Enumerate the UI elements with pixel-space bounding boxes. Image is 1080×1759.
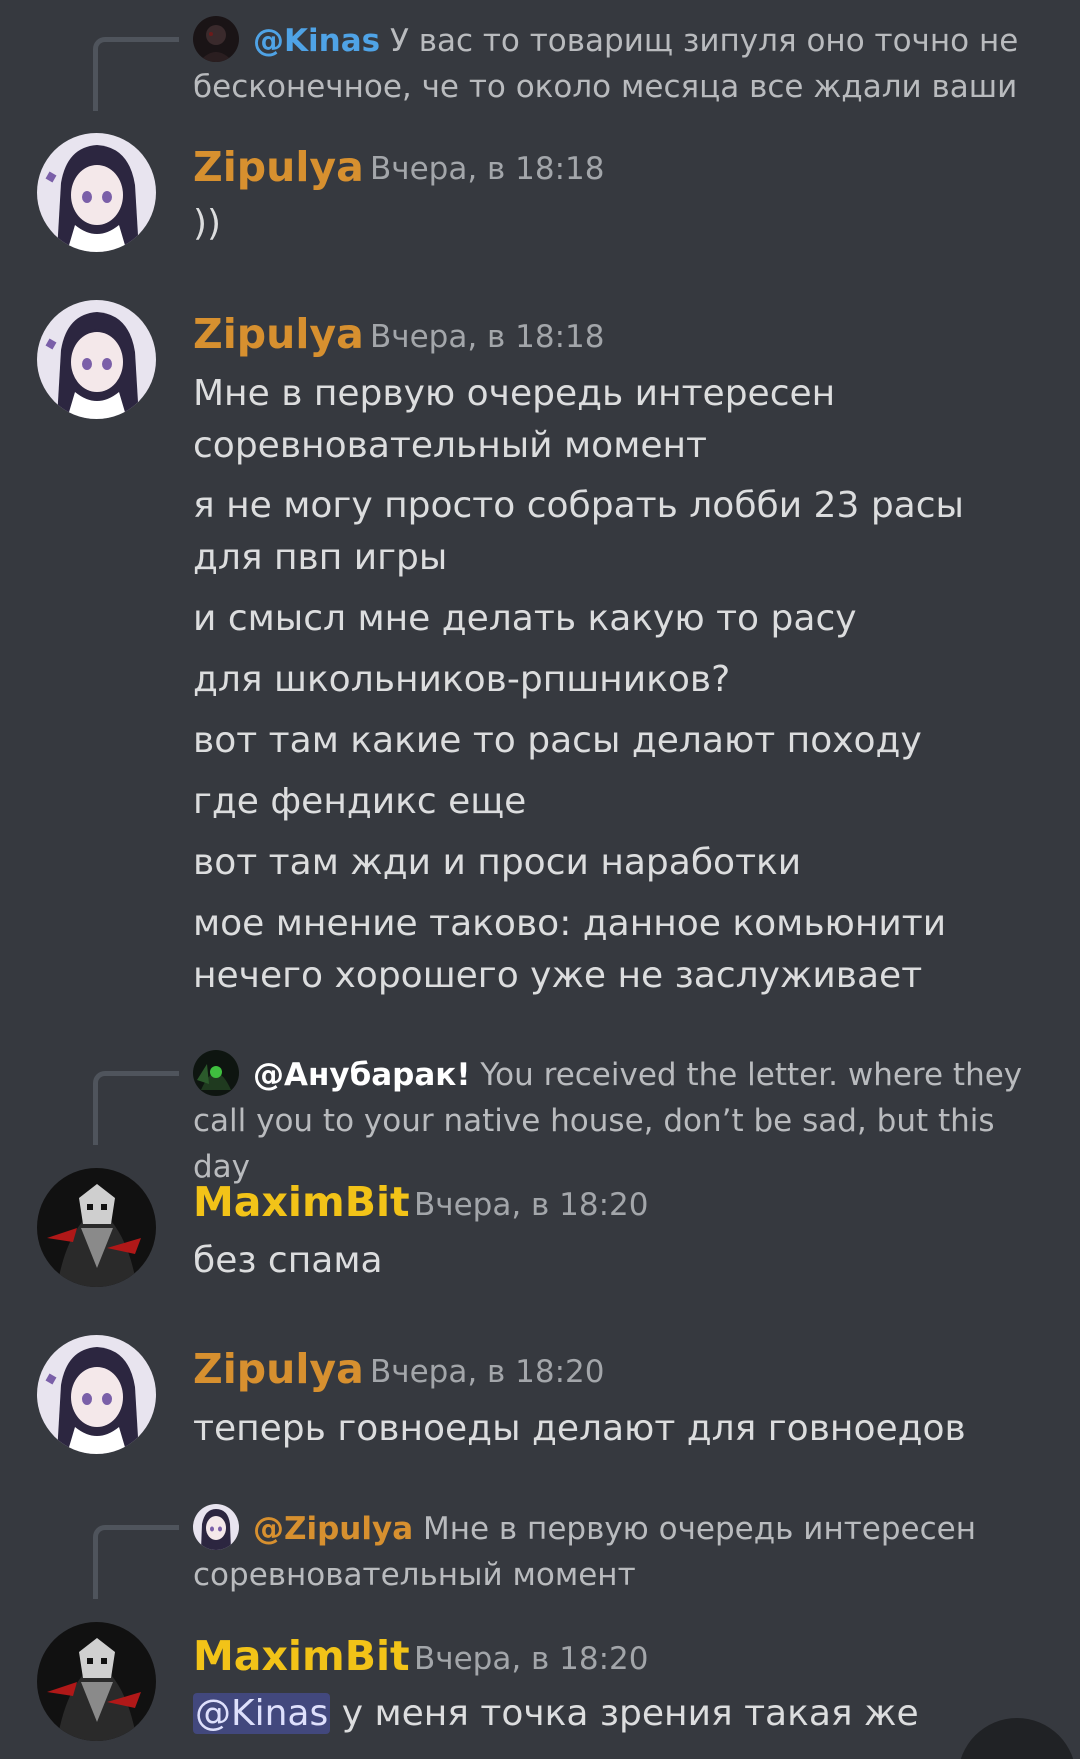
reply-mention[interactable]: @Анубарак! bbox=[253, 1057, 470, 1093]
reply-spine bbox=[93, 1525, 179, 1599]
reply-text: @Kinas У вас то товарищ зипуля оно точно… bbox=[193, 23, 1019, 105]
avatar-maximbit[interactable] bbox=[37, 1622, 156, 1741]
reply-spine bbox=[93, 37, 179, 111]
username[interactable]: Zipulya bbox=[193, 139, 364, 195]
inline-mention[interactable]: @Kinas bbox=[193, 1693, 331, 1734]
avatar-zipulya[interactable] bbox=[37, 133, 156, 252]
reply-text: @Анубарак! You received the letter. wher… bbox=[193, 1057, 1023, 1185]
timestamp: Вчера, в 18:18 bbox=[370, 319, 605, 355]
timestamp: Вчера, в 18:18 bbox=[370, 151, 605, 187]
message-text: где фендикс еще bbox=[193, 781, 527, 822]
message-text: теперь говноеды делают для говноедов bbox=[193, 1408, 966, 1449]
username[interactable]: Zipulya bbox=[193, 1341, 364, 1397]
message-text: для школьников-рпшников? bbox=[193, 659, 731, 700]
chat-messages: @Kinas У вас то товарищ зипуля оно точно… bbox=[0, 0, 1080, 1759]
avatar-zipulya[interactable] bbox=[37, 1335, 156, 1454]
reply-spine bbox=[93, 1071, 179, 1145]
message-text: вот там жди и проси наработки bbox=[193, 842, 802, 883]
timestamp: Вчера, в 18:20 bbox=[370, 1354, 605, 1390]
reply-text: @Zipulya Мне в первую очередь интересен … bbox=[193, 1511, 976, 1593]
timestamp: Вчера, в 18:20 bbox=[414, 1187, 649, 1223]
message-text: Мне в первую очередь интересен соревнова… bbox=[193, 373, 836, 466]
reply-mention[interactable]: @Zipulya bbox=[253, 1511, 413, 1547]
message-text: вот там какие то расы делают походу bbox=[193, 720, 922, 761]
username[interactable]: MaximBit bbox=[193, 1174, 410, 1230]
username[interactable]: MaximBit bbox=[193, 1628, 410, 1684]
reply-mention[interactable]: @Kinas bbox=[253, 23, 380, 59]
message-text: мое мнение таково: данное комьюнити нече… bbox=[193, 903, 947, 996]
message-text: я не могу просто собрать лобби 23 расы д… bbox=[193, 485, 964, 578]
message-text: и смысл мне делать какую то расу bbox=[193, 598, 857, 639]
avatar-zipulya[interactable] bbox=[37, 300, 156, 419]
message-text: )) bbox=[193, 203, 222, 244]
username[interactable]: Zipulya bbox=[193, 306, 364, 362]
timestamp: Вчера, в 18:20 bbox=[414, 1641, 649, 1677]
avatar-maximbit[interactable] bbox=[37, 1168, 156, 1287]
message-text: без спама bbox=[193, 1240, 383, 1281]
message-text: @Kinas у меня точка зрения такая же bbox=[193, 1693, 919, 1734]
